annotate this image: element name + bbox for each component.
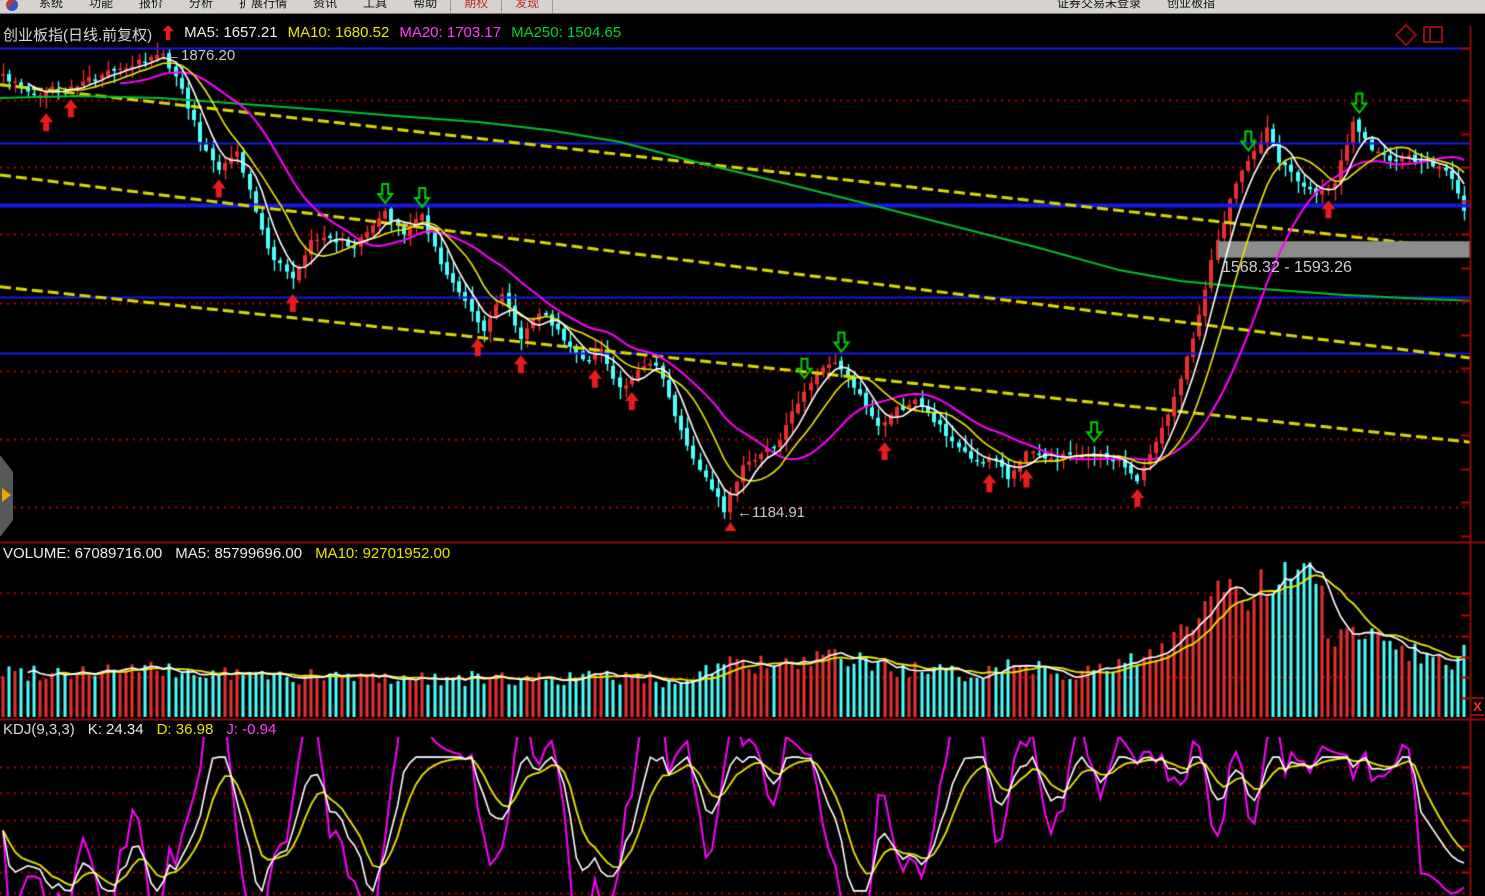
- menu-discover[interactable]: 发现: [501, 0, 553, 13]
- ma5-value: MA5: 1657.21: [184, 24, 277, 45]
- volume-ma5-value: MA5: 85799696.00: [175, 545, 302, 562]
- menu-analysis[interactable]: 分析: [176, 0, 226, 13]
- diamond-icon[interactable]: [1395, 23, 1418, 46]
- expand-arrow-icon: [2, 488, 11, 502]
- volume-value: VOLUME: 67089716.00: [3, 545, 162, 562]
- trading-app-window: 系统 功能 报价 分析 扩展行情 资讯 工具 帮助 期权 发现 证券交易未登录 …: [0, 0, 1485, 896]
- gap-range-label: 1568.32 - 1593.26: [1222, 259, 1352, 277]
- menu-tools[interactable]: 工具: [350, 0, 400, 13]
- pane-corner-controls: [1398, 26, 1443, 43]
- kdj-pane-header: KDJ(9,3,3) K: 24.34 D: 36.98 J: -0.94: [3, 721, 276, 738]
- kdj-k-value: K: 24.34: [88, 721, 144, 738]
- menu-options[interactable]: 期权: [450, 0, 501, 13]
- kdj-j-value: J: -0.94: [226, 721, 276, 738]
- ma250-value: MA250: 1504.65: [511, 24, 621, 45]
- window-split-icon[interactable]: [1423, 26, 1443, 43]
- kdj-label[interactable]: KDJ(9,3,3): [3, 721, 75, 738]
- peak-price-label: ←1876.20: [166, 47, 235, 64]
- menu-help[interactable]: 帮助: [400, 0, 450, 13]
- menu-function[interactable]: 功能: [76, 0, 126, 13]
- login-status[interactable]: 证券交易未登录: [1057, 0, 1141, 13]
- menu-system[interactable]: 系统: [26, 0, 76, 13]
- kdj-d-value: D: 36.98: [157, 721, 214, 738]
- ma20-value: MA20: 1703.17: [399, 24, 501, 45]
- menu-bar: 系统 功能 报价 分析 扩展行情 资讯 工具 帮助 期权 发现 证券交易未登录 …: [0, 0, 1485, 14]
- ma10-value: MA10: 1680.52: [288, 24, 390, 45]
- close-indicator-button[interactable]: X: [1471, 697, 1484, 716]
- up-arrow-icon: [162, 25, 174, 40]
- menu-quotes[interactable]: 报价: [126, 0, 176, 13]
- app-logo-icon: [6, 0, 18, 11]
- menu-news[interactable]: 资讯: [300, 0, 350, 13]
- chart-canvas[interactable]: [0, 0, 1485, 896]
- low-price-label: ←1184.91: [737, 504, 805, 521]
- menu-extended[interactable]: 扩展行情: [226, 0, 300, 13]
- current-symbol[interactable]: 创业板指: [1167, 0, 1215, 13]
- main-pane-header: 创业板指(日线.前复权) MA5: 1657.21 MA10: 1680.52 …: [3, 24, 621, 45]
- symbol-title[interactable]: 创业板指(日线.前复权): [3, 24, 152, 45]
- volume-pane-header: VOLUME: 67089716.00 MA5: 85799696.00 MA1…: [3, 545, 450, 562]
- volume-ma10-value: MA10: 92701952.00: [315, 545, 450, 562]
